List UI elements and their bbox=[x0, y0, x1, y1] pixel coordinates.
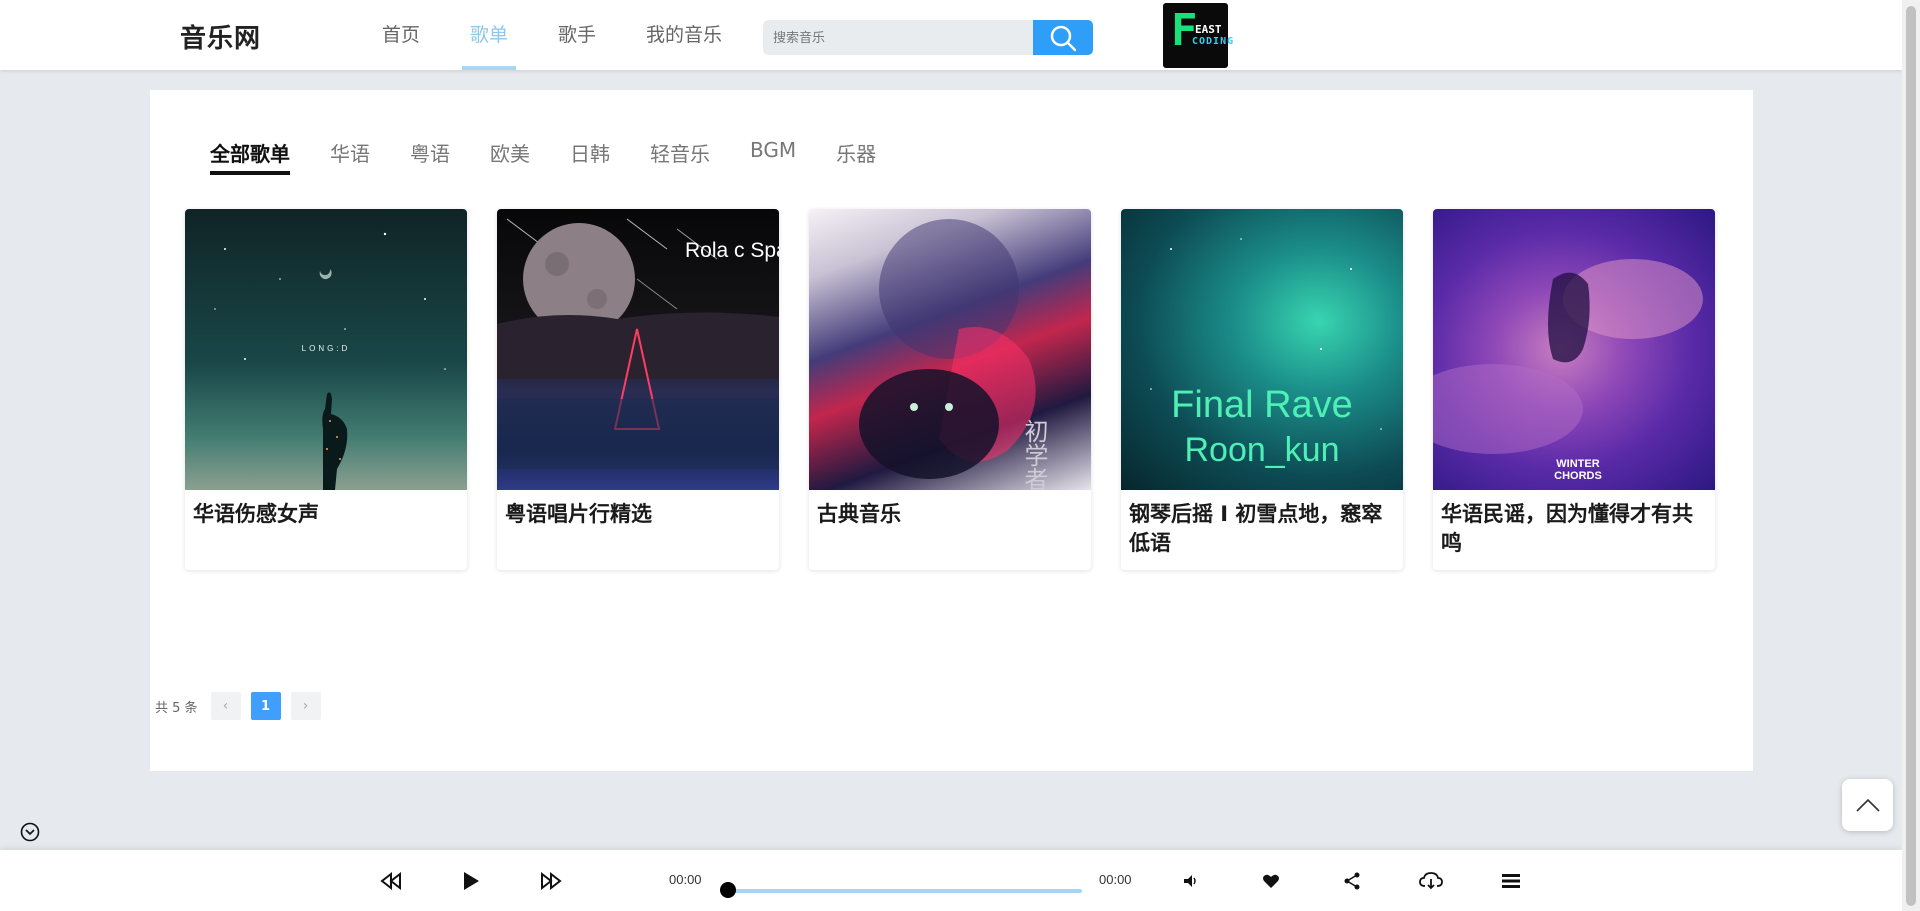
menu-icon bbox=[1502, 874, 1520, 888]
scrollbar-thumb[interactable] bbox=[1906, 6, 1916, 906]
cover-art-night-sky: LONG:D bbox=[214, 232, 446, 490]
playlist-menu-button[interactable] bbox=[1498, 868, 1524, 894]
tab-bgm[interactable]: BGM bbox=[750, 138, 796, 175]
playlist-title[interactable]: 古典音乐 bbox=[809, 490, 1091, 539]
pagination-total: 共 5 条 bbox=[155, 700, 198, 716]
cover-text: Rola c Space bbox=[685, 239, 779, 262]
pagination: 共 5 条 ‹ 1 › bbox=[155, 692, 331, 720]
playlist-grid: LONG:D 华语伤感女声 Rola c Space bbox=[185, 209, 1745, 570]
cover-text: LONG:D bbox=[302, 344, 351, 353]
playlist-card[interactable]: Final Rave Roon_kun 钢琴后摇 I 初雪点地，窸窣低语 bbox=[1121, 209, 1403, 570]
playlist-cover[interactable]: WINTER CHORDS bbox=[1433, 209, 1715, 490]
music-player: 00:00 00:00 bbox=[0, 850, 1902, 911]
tab-western[interactable]: 欧美 bbox=[490, 138, 530, 175]
tab-instrumental[interactable]: 乐器 bbox=[836, 138, 876, 175]
prev-page-button[interactable]: ‹ bbox=[210, 692, 241, 720]
playlist-card[interactable]: LONG:D 华语伤感女声 bbox=[185, 209, 467, 570]
cover-art-clouds: WINTER CHORDS bbox=[1433, 259, 1703, 482]
progress-bar[interactable] bbox=[730, 889, 1082, 893]
nav-item-my-music[interactable]: 我的音乐 bbox=[646, 0, 722, 70]
playlist-cover[interactable]: 初学者 bbox=[809, 209, 1091, 490]
playlist-title[interactable]: 粤语唱片行精选 bbox=[497, 490, 779, 539]
cover-text-line1: Final Rave bbox=[1171, 384, 1353, 426]
playlist-title[interactable]: 华语民谣，因为懂得才有共鸣 bbox=[1433, 490, 1715, 568]
volume-button[interactable] bbox=[1178, 868, 1204, 894]
next-track-button[interactable] bbox=[538, 868, 564, 894]
cloud-download-icon bbox=[1419, 872, 1443, 890]
share-icon bbox=[1344, 872, 1360, 890]
site-logo[interactable]: 音乐网 bbox=[180, 18, 261, 55]
cover-art-portrait: 初学者 bbox=[859, 219, 1048, 490]
playlist-card[interactable]: Rola c Space 粤语唱片行精选 bbox=[497, 209, 779, 570]
brand-coding-text: CODING bbox=[1192, 36, 1235, 47]
main-nav: 首页 歌单 歌手 我的音乐 bbox=[382, 0, 772, 70]
download-button[interactable] bbox=[1418, 868, 1444, 894]
tab-all-playlists[interactable]: 全部歌单 bbox=[210, 138, 290, 175]
progress-handle[interactable] bbox=[720, 882, 736, 898]
fast-forward-icon bbox=[541, 872, 562, 890]
current-time: 00:00 bbox=[669, 872, 702, 887]
top-header: 音乐网 首页 歌单 歌手 我的音乐 F EAST CODING bbox=[0, 0, 1902, 70]
play-icon bbox=[464, 872, 479, 890]
playlist-card[interactable]: 初学者 古典音乐 bbox=[809, 209, 1091, 570]
playlist-cover[interactable]: Rola c Space bbox=[497, 209, 779, 490]
search-box bbox=[763, 20, 1093, 55]
playlist-cover[interactable]: LONG:D bbox=[185, 209, 467, 490]
category-tabs: 全部歌单 华语 粤语 欧美 日韩 轻音乐 BGM 乐器 bbox=[210, 138, 916, 175]
page-scrollbar[interactable] bbox=[1902, 0, 1920, 911]
collapse-player-button[interactable] bbox=[20, 822, 40, 842]
search-button[interactable] bbox=[1033, 20, 1093, 55]
playlist-panel: 全部歌单 华语 粤语 欧美 日韩 轻音乐 BGM 乐器 LONG:D 华语伤感女… bbox=[150, 90, 1753, 771]
playlist-card[interactable]: WINTER CHORDS 华语民谣，因为懂得才有共鸣 bbox=[1433, 209, 1715, 570]
back-to-top-button[interactable] bbox=[1842, 779, 1893, 831]
nav-item-singers[interactable]: 歌手 bbox=[558, 0, 596, 70]
nav-item-playlists[interactable]: 歌单 bbox=[462, 0, 517, 70]
tab-mandarin[interactable]: 华语 bbox=[330, 138, 370, 175]
duration-time: 00:00 bbox=[1099, 872, 1132, 887]
playlist-cover[interactable]: Final Rave Roon_kun bbox=[1121, 209, 1403, 490]
page-number[interactable]: 1 bbox=[250, 692, 281, 720]
cover-text-line2: Roon_kun bbox=[1184, 431, 1339, 469]
tab-cantonese[interactable]: 粤语 bbox=[410, 138, 450, 175]
cover-text: 初学者 bbox=[1020, 419, 1048, 490]
share-button[interactable] bbox=[1339, 868, 1365, 894]
playlist-title[interactable]: 钢琴后摇 I 初雪点地，窸窣低语 bbox=[1121, 490, 1403, 568]
chevron-down-circle-icon bbox=[20, 822, 40, 842]
brand-logo[interactable]: F EAST CODING bbox=[1163, 3, 1233, 68]
cover-art-nebula: Final Rave Roon_kun bbox=[1150, 238, 1382, 469]
cover-art-moon: Rola c Space bbox=[497, 218, 779, 469]
cover-text-line2: CHORDS bbox=[1554, 470, 1602, 482]
chevron-left-icon: ‹ bbox=[222, 698, 229, 714]
volume-icon bbox=[1184, 875, 1196, 887]
cover-text-line1: WINTER bbox=[1556, 458, 1599, 470]
next-page-button[interactable]: › bbox=[290, 692, 321, 720]
search-input[interactable] bbox=[763, 20, 1033, 55]
chevron-up-icon bbox=[1855, 798, 1880, 812]
play-button[interactable] bbox=[458, 868, 484, 894]
search-icon bbox=[1050, 25, 1077, 51]
previous-track-button[interactable] bbox=[378, 868, 404, 894]
tab-jp-kr[interactable]: 日韩 bbox=[570, 138, 610, 175]
nav-item-home[interactable]: 首页 bbox=[382, 0, 420, 70]
chevron-right-icon: › bbox=[302, 698, 309, 714]
brand-east-text: EAST bbox=[1195, 23, 1222, 36]
like-button[interactable] bbox=[1258, 868, 1284, 894]
rewind-icon bbox=[380, 872, 401, 890]
playlist-title[interactable]: 华语伤感女声 bbox=[185, 490, 467, 539]
heart-icon bbox=[1263, 874, 1279, 888]
tab-light-music[interactable]: 轻音乐 bbox=[650, 138, 710, 175]
